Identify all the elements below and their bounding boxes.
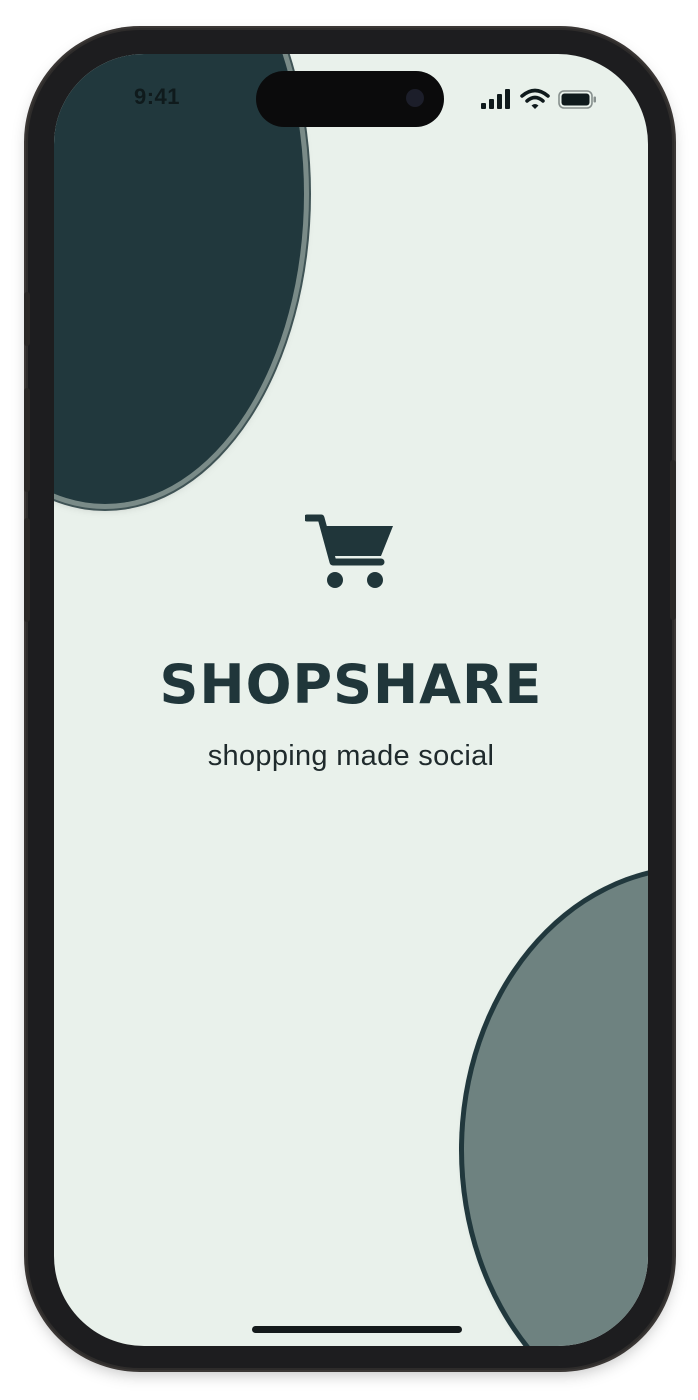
- app-screen: 9:41 SHOPSHARE shopping made social: [54, 54, 648, 1346]
- front-camera: [406, 89, 424, 107]
- volume-down-button: [24, 518, 30, 622]
- status-time: 9:41: [134, 84, 181, 109]
- action-button: [24, 292, 30, 346]
- decorative-circle-bottom: [464, 870, 648, 1346]
- dynamic-island: [256, 71, 444, 127]
- app-tagline: shopping made social: [207, 740, 495, 772]
- home-indicator[interactable]: [252, 1326, 462, 1333]
- status-bar: 9:41: [54, 54, 648, 144]
- cellular-signal-icon: [481, 89, 510, 109]
- volume-up-button: [24, 388, 30, 492]
- power-button: [670, 460, 676, 620]
- wifi-icon: [520, 88, 550, 109]
- status-icons: [480, 88, 600, 112]
- shopping-cart-icon: [305, 514, 393, 588]
- battery-icon: [558, 90, 596, 109]
- app-name: SHOPSHARE: [159, 653, 543, 716]
- splash-brand: SHOPSHARE shopping made social: [54, 512, 648, 773]
